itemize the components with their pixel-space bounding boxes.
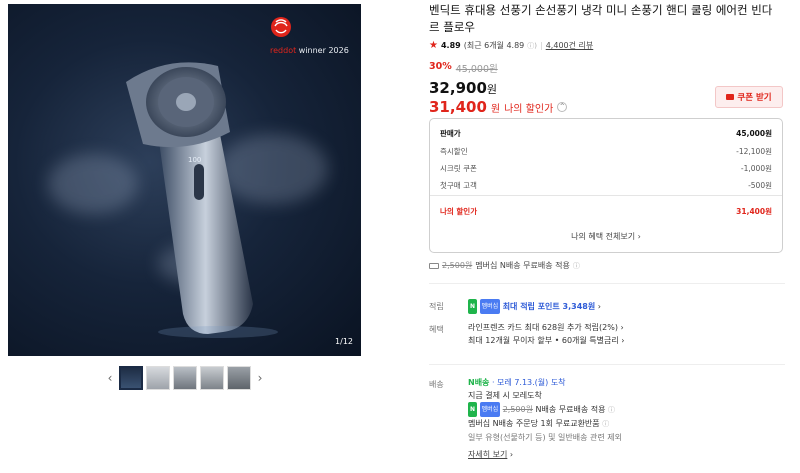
npay-badge: N (468, 402, 478, 417)
delivery-line3: N배송 무료배송 적용 (535, 405, 606, 414)
award-text-brand: reddot (270, 46, 297, 55)
info-icon[interactable]: ⓘ) (527, 41, 537, 51)
delivery-strike: 2,500원 (502, 405, 533, 414)
benefit-line1: 라인프렌즈 카드 최대 628원 추가 적립(2%) (468, 323, 618, 332)
chevron-right-icon: › (635, 232, 641, 241)
thumbnail-strip: ‹ › (104, 366, 266, 390)
breakdown-label: 시크릿 쿠폰 (440, 164, 477, 173)
breakdown-total-row: 나의 할인가 31,400원 (440, 206, 772, 217)
my-price-value: 31,400 (429, 98, 487, 116)
product-title: 벤딕트 휴대용 선풍기 손선풍기 냉각 미니 손풍기 핸디 쿨링 에어컨 빈다르… (429, 3, 773, 34)
membership-badge: 멤버십 (479, 402, 501, 417)
points-label: 적립 (429, 302, 444, 311)
points-text: 최대 적립 포인트 3,348원 (502, 302, 596, 311)
benefit-line: 라인프렌즈 카드 최대 628원 추가 적립(2%) › (468, 321, 625, 334)
chevron-right-icon: › (507, 450, 514, 459)
original-price: 45,000원 (455, 64, 498, 75)
coupon-icon (726, 94, 735, 100)
breakdown-row: 즉시할인 -12,100원 (440, 146, 772, 157)
breakdown-label: 첫구매 고객 (440, 181, 477, 190)
divider: | (540, 41, 543, 50)
reddot-logo-icon (271, 17, 291, 37)
price-breakdown-box: 판매가 45,000원 즉시할인 -12,100원 시크릿 쿠폰 -1,000원… (429, 118, 783, 253)
shipping-note: 2,500원 멤버십 N배송 무료배송 적용 ⓘ (429, 260, 580, 271)
chevron-up-icon[interactable]: ^ (557, 102, 568, 112)
product-page: 100 reddot winner 2026 1/12 ‹ › 벤딕트 휴대용 … (0, 0, 800, 473)
rating-score: 4.89 (440, 41, 461, 50)
product-main-image[interactable]: 100 reddot winner 2026 1/12 (8, 4, 361, 356)
next-arrow-icon[interactable]: › (254, 371, 266, 385)
my-price-label: 나의 할인가 (504, 103, 554, 115)
chevron-right-icon: › (597, 302, 601, 311)
divider (429, 364, 785, 365)
benefits-label: 혜택 (429, 325, 444, 334)
thumbnail[interactable] (119, 366, 143, 390)
star-icon: ★ (429, 40, 438, 51)
breakdown-row: 시크릿 쿠폰 -1,000원 (440, 163, 772, 174)
info-icon[interactable]: ⓘ (573, 261, 580, 271)
delivery-label: 배송 (429, 380, 444, 389)
membership-badge: 멤버십 (479, 299, 501, 314)
details-label: 자세히 보기 (468, 450, 508, 459)
chevron-right-icon: › (618, 336, 625, 345)
breakdown-value: 45,000원 (736, 129, 772, 138)
rating-row: ★ 4.89 (최근 6개월 4.89 ⓘ) | 4,400건 리뷰 (429, 40, 785, 51)
breakdown-total-value: 31,400원 (736, 207, 772, 216)
breakdown-row: 판매가 45,000원 (440, 128, 772, 139)
arrival-text: · 모레 7.13.(월) 도착 (491, 378, 566, 387)
divider (430, 195, 782, 196)
breakdown-value: -500원 (748, 181, 772, 190)
my-price-unit: 원 (490, 103, 501, 115)
thumbnail[interactable] (227, 366, 251, 390)
breakdown-total-label: 나의 할인가 (440, 207, 478, 216)
view-all-label: 나의 혜택 전체보기 (571, 232, 636, 241)
fan-illustration: 100 (126, 62, 278, 338)
discount-percent: 30% (429, 61, 452, 72)
sale-price-unit: 원 (486, 83, 498, 96)
breakdown-value: -12,100원 (736, 147, 772, 156)
breakdown-label: 즉시할인 (440, 147, 468, 156)
delivery-content: N배송 · 모레 7.13.(월) 도착 지금 결제 시 모레도착 N 멤버십 … (468, 376, 622, 461)
delivery-line4: 멤버십 N배송 주문당 1회 무료교환반품 (468, 419, 600, 428)
delivery-line: N 멤버십 2,500원 N배송 무료배송 적용 ⓘ (468, 402, 622, 417)
coupon-button-label: 쿠폰 받기 (737, 93, 772, 103)
breakdown-value: -1,000원 (740, 164, 772, 173)
info-icon[interactable]: ⓘ (602, 420, 609, 428)
truck-icon (429, 262, 439, 269)
delivery-line5: 일부 유형(선물하기 등) 및 일반배송 관련 제외 (468, 433, 622, 442)
breakdown-label: 판매가 (440, 129, 461, 138)
points-content[interactable]: N 멤버십 최대 적립 포인트 3,348원 › (468, 299, 601, 314)
image-counter: 1/12 (335, 337, 353, 346)
benefit-line2: 최대 12개월 무이자 할부 • 60개월 특별금리 (468, 336, 619, 345)
thumbnail[interactable] (200, 366, 224, 390)
delivery-line: 멤버십 N배송 주문당 1회 무료교환반품 ⓘ (468, 417, 622, 431)
view-all-benefits-link[interactable]: 나의 혜택 전체보기 › (430, 231, 782, 242)
npay-badge: N (468, 299, 478, 314)
rating-recent: (최근 6개월 4.89 (463, 41, 525, 50)
svg-text:100: 100 (188, 156, 201, 164)
coupon-button[interactable]: 쿠폰 받기 (715, 86, 783, 108)
thumbnail[interactable] (173, 366, 197, 390)
chevron-right-icon: › (617, 323, 624, 332)
details-link[interactable]: 자세히 보기 › (468, 448, 622, 461)
delivery-line: 지금 결제 시 모레도착 (468, 391, 542, 400)
discount-row: 30% 45,000원 (429, 61, 785, 75)
sale-price-value: 32,900 (429, 79, 487, 97)
benefits-content[interactable]: 라인프렌즈 카드 최대 628원 추가 적립(2%) › 최대 12개월 무이자… (468, 321, 625, 347)
ndelivery-badge: N배송 (468, 378, 490, 387)
breakdown-row: 첫구매 고객 -500원 (440, 180, 772, 191)
shipping-text: 멤버십 N배송 무료배송 적용 (475, 261, 570, 270)
divider (429, 283, 785, 284)
thumbnail[interactable] (146, 366, 170, 390)
award-text-suffix: winner 2026 (296, 46, 349, 55)
info-icon[interactable]: ⓘ (608, 406, 615, 414)
shipping-original: 2,500원 (442, 261, 473, 270)
prev-arrow-icon[interactable]: ‹ (104, 371, 116, 385)
product-info: 벤딕트 휴대용 선풍기 손선풍기 냉각 미니 손풍기 핸디 쿨링 에어컨 빈다르… (429, 0, 785, 116)
award-text: reddot winner 2026 (270, 46, 349, 55)
delivery-arrival: N배송 · 모레 7.13.(월) 도착 (468, 376, 622, 389)
review-count-link[interactable]: 4,400건 리뷰 (546, 40, 594, 51)
benefit-line: 최대 12개월 무이자 할부 • 60개월 특별금리 › (468, 334, 625, 347)
